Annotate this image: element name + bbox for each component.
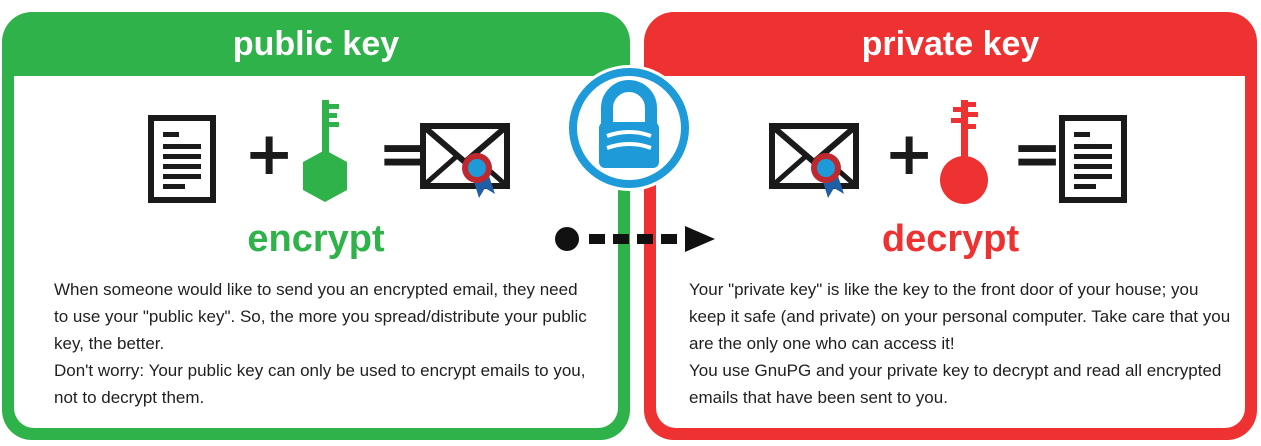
plus-sign: + <box>884 119 935 189</box>
private-key-panel: private key + = decrypt Your "private ke… <box>644 12 1257 440</box>
public-key-paragraph-2: Don't worry: Your public key can only be… <box>54 361 586 407</box>
plus-sign: + <box>244 119 295 189</box>
private-key-icon <box>940 100 988 204</box>
encrypt-to-decrypt-arrow <box>555 226 715 252</box>
private-key-description: Your "private key" is like the key to th… <box>689 276 1234 411</box>
private-key-paragraph-1: Your "private key" is like the key to th… <box>689 280 1231 353</box>
decrypt-label: decrypt <box>881 218 1020 260</box>
public-key-icon <box>303 100 347 202</box>
private-key-content: + = decrypt Your "private key" is like t… <box>656 76 1245 428</box>
public-key-title: public key <box>232 24 400 63</box>
public-key-content: + = encrypt When someone would like to s… <box>14 76 618 428</box>
encrypt-equation: + = <box>14 100 618 206</box>
private-key-title: private key <box>861 24 1040 63</box>
document-icon <box>1059 115 1127 203</box>
private-key-paragraph-2: You use GnuPG and your private key to de… <box>689 361 1222 407</box>
public-key-description: When someone would like to send you an e… <box>54 276 594 411</box>
document-icon <box>148 115 216 203</box>
public-key-panel: public key + = encrypt When someone woul… <box>2 12 630 440</box>
signed-envelope-icon <box>420 123 510 198</box>
equals-sign: = <box>1012 119 1063 189</box>
signed-envelope-icon <box>769 123 859 198</box>
encrypt-label: encrypt <box>247 218 385 260</box>
gnupg-lock-logo <box>566 65 692 191</box>
public-key-paragraph-1: When someone would like to send you an e… <box>54 280 587 353</box>
decrypt-equation: + = <box>656 100 1245 206</box>
